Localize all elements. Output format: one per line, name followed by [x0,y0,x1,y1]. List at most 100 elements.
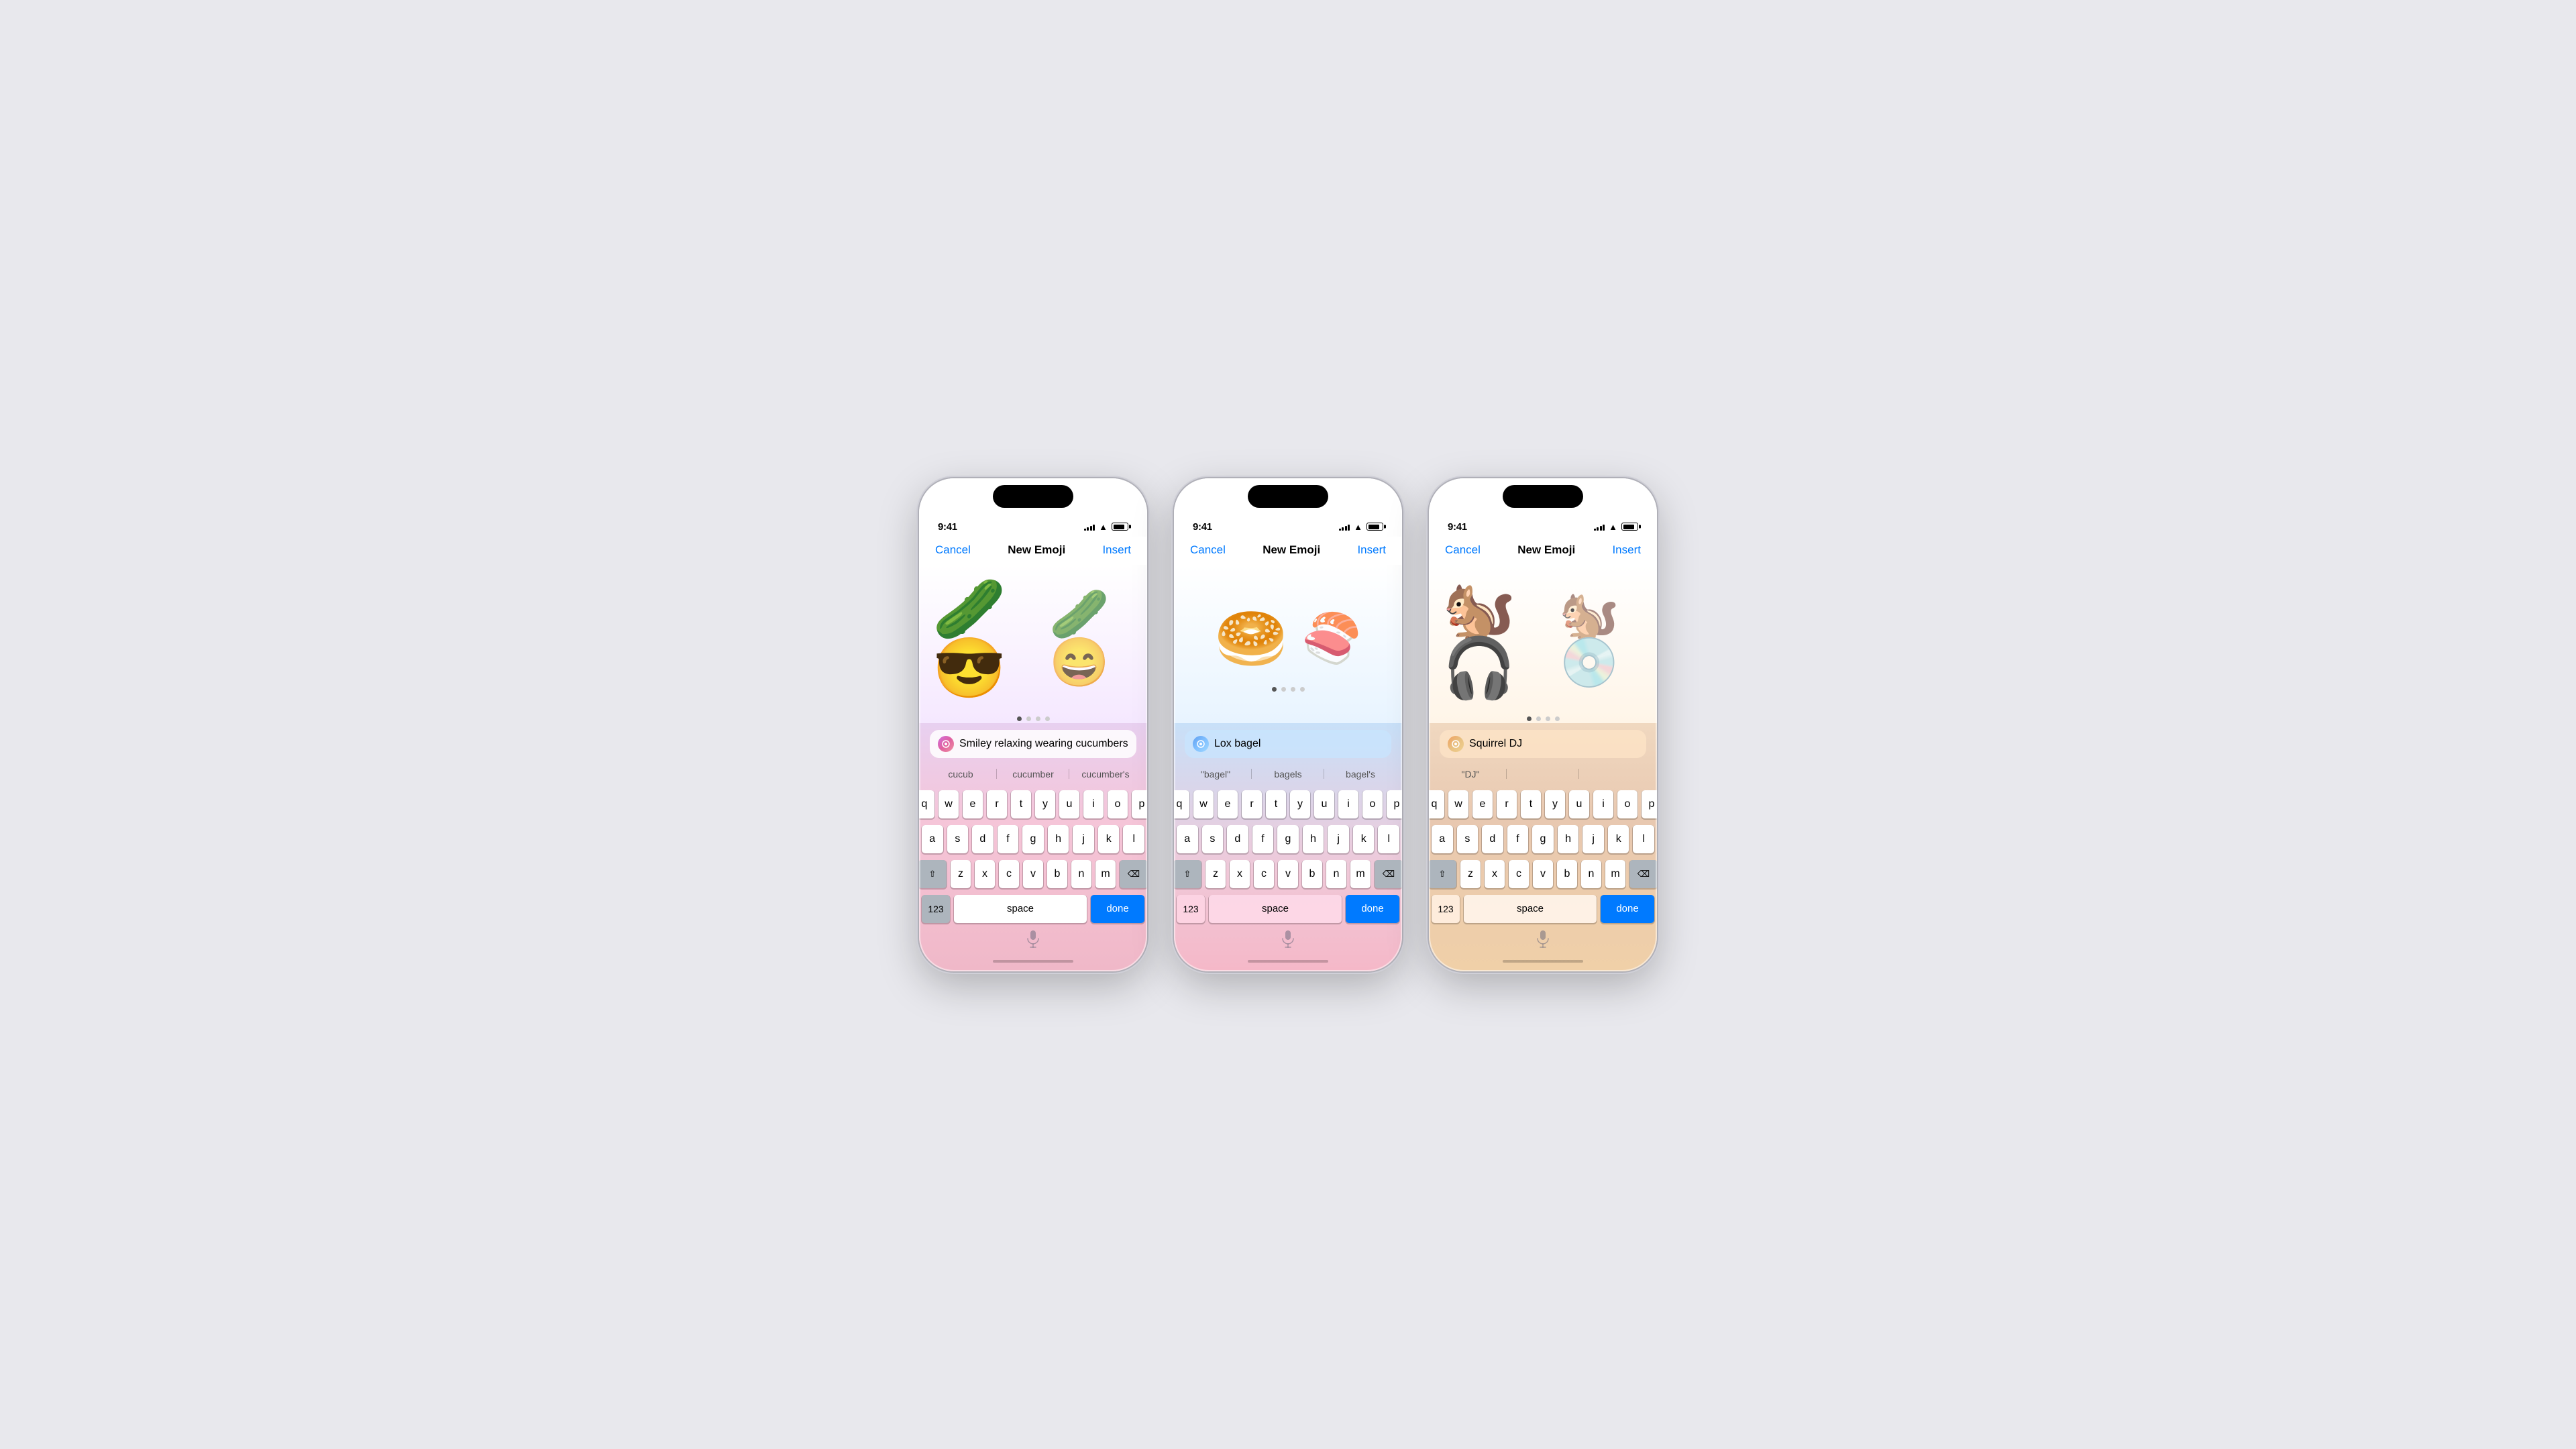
key-b-2[interactable]: b [1302,860,1322,888]
page-dot-2-3[interactable] [1291,687,1295,692]
page-dot-3-4[interactable] [1555,716,1560,721]
key-t-3[interactable]: t [1521,790,1541,818]
shift-key-3[interactable]: ⇧ [1429,860,1456,888]
key-s-1[interactable]: s [947,825,969,853]
key-p-2[interactable]: p [1387,790,1402,818]
autocomplete-item-1-3[interactable]: cucumber's [1069,766,1142,782]
key-i-1[interactable]: i [1083,790,1104,818]
key-q-1[interactable]: q [919,790,934,818]
emoji-secondary-2[interactable]: 🍣 [1301,614,1362,663]
key-z-2[interactable]: z [1205,860,1226,888]
key-c-2[interactable]: c [1254,860,1274,888]
key-y-2[interactable]: y [1290,790,1310,818]
mic-icon-2[interactable] [1281,930,1295,949]
key-w-1[interactable]: w [938,790,959,818]
done-key-3[interactable]: done [1601,895,1654,923]
cancel-button-1[interactable]: Cancel [935,543,971,557]
cancel-button-3[interactable]: Cancel [1445,543,1481,557]
key-e-2[interactable]: e [1218,790,1238,818]
backspace-key-3[interactable]: ⌫ [1629,860,1657,888]
key-b-3[interactable]: b [1557,860,1577,888]
key-v-2[interactable]: v [1278,860,1298,888]
space-key-3[interactable]: space [1464,895,1597,923]
text-input-1[interactable]: Smiley relaxing wearing cucumbers [930,730,1136,758]
key-b-1[interactable]: b [1047,860,1067,888]
key-o-2[interactable]: o [1362,790,1383,818]
key-x-1[interactable]: x [975,860,995,888]
page-dot-1-2[interactable] [1026,716,1031,721]
key-r-3[interactable]: r [1497,790,1517,818]
emoji-primary-2[interactable]: 🥯 [1214,609,1288,668]
key-h-1[interactable]: h [1048,825,1069,853]
key-h-2[interactable]: h [1303,825,1324,853]
key-z-3[interactable]: z [1460,860,1481,888]
key-a-1[interactable]: a [922,825,943,853]
key-g-2[interactable]: g [1277,825,1299,853]
space-key-1[interactable]: space [954,895,1087,923]
text-input-2[interactable]: Lox bagel [1185,730,1391,758]
numbers-key-3[interactable]: 123 [1432,895,1460,923]
key-v-1[interactable]: v [1023,860,1043,888]
key-j-1[interactable]: j [1073,825,1094,853]
key-n-2[interactable]: n [1326,860,1346,888]
key-t-2[interactable]: t [1266,790,1286,818]
key-k-3[interactable]: k [1608,825,1629,853]
key-c-3[interactable]: c [1509,860,1529,888]
key-x-2[interactable]: x [1230,860,1250,888]
key-n-1[interactable]: n [1071,860,1091,888]
key-p-1[interactable]: p [1132,790,1147,818]
key-u-1[interactable]: u [1059,790,1079,818]
backspace-key-2[interactable]: ⌫ [1375,860,1402,888]
key-l-3[interactable]: l [1633,825,1654,853]
key-o-3[interactable]: o [1617,790,1638,818]
mic-icon-1[interactable] [1026,930,1040,949]
cancel-button-2[interactable]: Cancel [1190,543,1226,557]
insert-button-1[interactable]: Insert [1102,543,1131,557]
key-u-2[interactable]: u [1314,790,1334,818]
key-e-3[interactable]: e [1472,790,1493,818]
key-y-1[interactable]: y [1035,790,1055,818]
insert-button-2[interactable]: Insert [1357,543,1386,557]
autocomplete-item-3-1[interactable]: "DJ" [1434,766,1507,782]
key-d-1[interactable]: d [972,825,994,853]
key-g-3[interactable]: g [1532,825,1554,853]
key-v-3[interactable]: v [1533,860,1553,888]
page-dot-2-4[interactable] [1300,687,1305,692]
shift-key-1[interactable]: ⇧ [919,860,947,888]
key-y-3[interactable]: y [1545,790,1565,818]
key-z-1[interactable]: z [951,860,971,888]
page-dot-2-1[interactable] [1272,687,1277,692]
key-i-3[interactable]: i [1593,790,1613,818]
key-n-3[interactable]: n [1581,860,1601,888]
numbers-key-1[interactable]: 123 [922,895,950,923]
autocomplete-item-1-1[interactable]: cucub [924,766,997,782]
key-e-1[interactable]: e [963,790,983,818]
key-q-2[interactable]: q [1174,790,1189,818]
key-j-2[interactable]: j [1328,825,1349,853]
key-m-3[interactable]: m [1605,860,1625,888]
page-dot-2-2[interactable] [1281,687,1286,692]
page-dot-3-2[interactable] [1536,716,1541,721]
space-key-2[interactable]: space [1209,895,1342,923]
key-d-2[interactable]: d [1227,825,1248,853]
key-x-3[interactable]: x [1485,860,1505,888]
key-f-2[interactable]: f [1252,825,1274,853]
emoji-secondary-3[interactable]: 🐿️💿 [1559,590,1644,687]
page-dot-3-1[interactable] [1527,716,1532,721]
autocomplete-item-2-1[interactable]: "bagel" [1179,766,1252,782]
page-dot-1-3[interactable] [1036,716,1040,721]
emoji-primary-3[interactable]: 🐿️🎧 [1442,580,1546,698]
insert-button-3[interactable]: Insert [1612,543,1641,557]
key-d-3[interactable]: d [1482,825,1503,853]
key-m-1[interactable]: m [1095,860,1116,888]
page-dot-3-3[interactable] [1546,716,1550,721]
mic-icon-3[interactable] [1536,930,1550,949]
key-a-3[interactable]: a [1432,825,1453,853]
autocomplete-item-3-3[interactable] [1579,766,1652,782]
page-dot-1-1[interactable] [1017,716,1022,721]
key-t-1[interactable]: t [1011,790,1031,818]
autocomplete-item-1-2[interactable]: cucumber [997,766,1069,782]
done-key-2[interactable]: done [1346,895,1399,923]
key-w-3[interactable]: w [1448,790,1468,818]
shift-key-2[interactable]: ⇧ [1174,860,1201,888]
